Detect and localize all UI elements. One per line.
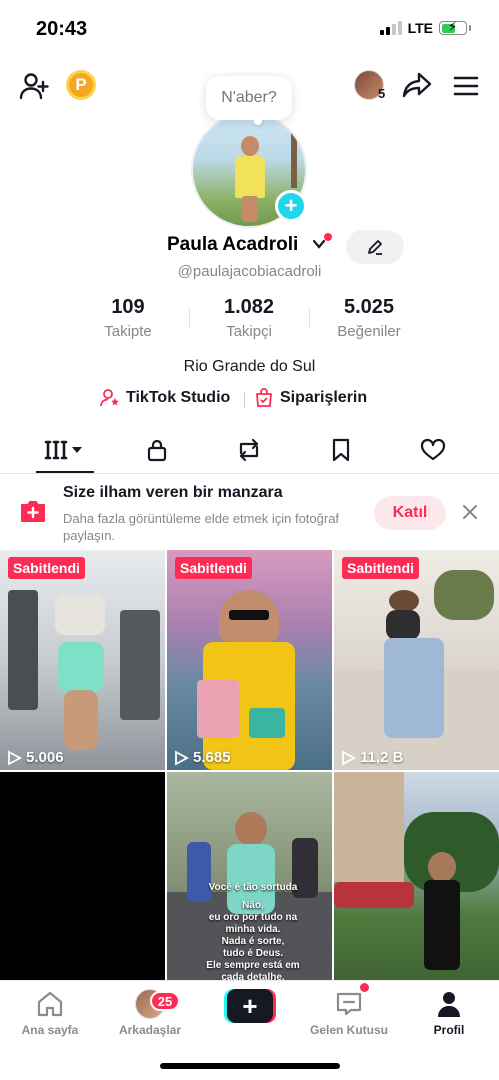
plus-icon: + <box>227 989 273 1023</box>
stat-followers[interactable]: 1.082 Takipçi <box>194 296 304 340</box>
play-icon <box>175 749 189 766</box>
edit-profile-button[interactable] <box>346 230 404 264</box>
display-name[interactable]: Paula Acadroli <box>167 234 298 256</box>
pinned-badge: Sabitlendi <box>342 557 419 579</box>
tab-private[interactable] <box>127 428 187 472</box>
view-count-value: 5.006 <box>26 749 64 766</box>
view-count: 5.006 <box>6 749 64 766</box>
nav-profile-label: Profil <box>433 1023 465 1037</box>
profile-icon <box>438 992 460 1017</box>
nav-friends[interactable]: Arkadaşlar 25 <box>100 989 200 1037</box>
friends-badge: 25 <box>150 991 180 1011</box>
play-icon <box>342 749 356 766</box>
tab-videos[interactable] <box>35 428 95 473</box>
view-count: 5.685 <box>173 749 231 766</box>
menu-icon[interactable] <box>448 68 484 104</box>
divider <box>309 308 310 328</box>
inbox-notification-dot <box>360 983 369 992</box>
stat-value: 109 <box>111 296 145 318</box>
creator-icon <box>100 389 119 407</box>
status-bar: 20:43 LTE ⚡ <box>0 0 499 58</box>
signal-icon <box>379 21 402 35</box>
view-count-value: 11,2 B <box>360 749 404 766</box>
lock-icon <box>147 439 167 462</box>
play-icon <box>8 749 22 766</box>
stat-label: Takipte <box>104 323 152 340</box>
tab-saved[interactable] <box>311 428 371 472</box>
bookmark-icon <box>332 438 350 462</box>
shopping-bag-icon <box>256 388 272 407</box>
close-icon[interactable] <box>458 500 482 524</box>
status-indicators: LTE ⚡ <box>379 19 471 36</box>
friends-count: 5 <box>378 86 386 101</box>
add-friend-icon[interactable] <box>16 68 52 104</box>
nav-inbox-label: Gelen Kutusu <box>309 1023 388 1037</box>
nav-home[interactable]: Ana sayfa <box>0 989 100 1037</box>
grid-icon <box>44 440 82 460</box>
video-thumbnail[interactable]: Sabitlendi 11,2 B <box>334 550 499 770</box>
pencil-icon <box>368 240 382 255</box>
banner-subtitle: Daha fazla görüntüleme elde etmek için f… <box>63 511 340 543</box>
nav-home-label: Ana sayfa <box>21 1023 79 1037</box>
inspiration-banner: Size ilham veren bir manzara Daha fazla … <box>0 474 499 550</box>
stat-value: 1.082 <box>223 296 275 318</box>
stats-row: 109 Takipte 1.082 Takipçi 5.025 Beğenile… <box>0 296 499 344</box>
profile-links: TikTok Studio Siparişlerin <box>0 388 499 412</box>
tab-reposts[interactable] <box>219 428 279 472</box>
status-bubble[interactable]: N'aber? <box>206 76 292 125</box>
user-handle: @paulajacobiacadroli <box>177 263 322 280</box>
video-thumbnail[interactable]: 382 <box>334 772 499 980</box>
content-tabs <box>0 428 499 474</box>
video-caption: Você é tão sortuda Não, eu oro por tudo … <box>206 882 300 980</box>
notification-dot <box>324 233 332 241</box>
pinned-badge: Sabitlendi <box>175 557 252 579</box>
video-thumbnail[interactable]: 142 <box>0 772 165 980</box>
name-row: Paula Acadroli <box>0 230 499 264</box>
banner-title: Size ilham veren bir manzara <box>63 484 283 501</box>
repost-icon <box>239 438 259 462</box>
tiktok-studio-link[interactable]: TikTok Studio <box>100 388 230 408</box>
divider <box>244 392 245 408</box>
add-story-button[interactable]: + <box>275 190 307 222</box>
home-indicator <box>160 1063 340 1069</box>
stat-label: Takipçi <box>226 323 272 340</box>
create-button[interactable]: + <box>224 989 276 1023</box>
status-time: 20:43 <box>36 18 88 40</box>
battery-icon: ⚡ <box>439 19 471 35</box>
tab-liked[interactable] <box>403 428 463 472</box>
video-thumbnail[interactable]: Sabitlendi 5.685 <box>167 550 332 770</box>
tiktok-studio-label: TikTok Studio <box>126 389 231 406</box>
join-button[interactable]: Katıl <box>374 496 446 530</box>
video-grid: Sabitlendi 5.006 Sabitlendi 5.685 Sabitl… <box>0 550 499 980</box>
profile-avatar[interactable]: + <box>191 112 307 228</box>
stat-value: 5.025 <box>343 296 395 318</box>
stat-following[interactable]: 109 Takipte <box>73 296 183 340</box>
share-icon[interactable] <box>400 68 434 102</box>
pinned-badge: Sabitlendi <box>8 557 85 579</box>
inbox-icon <box>336 992 362 1016</box>
video-thumbnail[interactable]: Você é tão sortuda Não, eu oro por tudo … <box>167 772 332 980</box>
view-count-value: 5.685 <box>193 749 231 766</box>
add-photo-icon <box>21 501 45 522</box>
video-thumbnail[interactable]: Sabitlendi 5.006 <box>0 550 165 770</box>
nav-friends-label: Arkadaşlar <box>118 1023 182 1037</box>
orders-link[interactable]: Siparişlerin <box>254 388 367 408</box>
orders-label: Siparişlerin <box>280 389 368 406</box>
coin-icon[interactable]: P <box>66 70 96 100</box>
stat-label: Beğeniler <box>337 323 401 340</box>
view-count: 11,2 B <box>340 749 403 766</box>
nav-profile[interactable]: Profil <box>399 989 499 1037</box>
divider <box>189 308 190 328</box>
heart-icon <box>420 438 446 461</box>
stat-likes[interactable]: 5.025 Beğeniler <box>314 296 424 340</box>
home-icon <box>37 991 63 1017</box>
network-label: LTE <box>407 20 433 36</box>
nav-inbox[interactable]: Gelen Kutusu <box>299 989 399 1037</box>
bio-text: Rio Grande do Sul <box>183 358 316 375</box>
